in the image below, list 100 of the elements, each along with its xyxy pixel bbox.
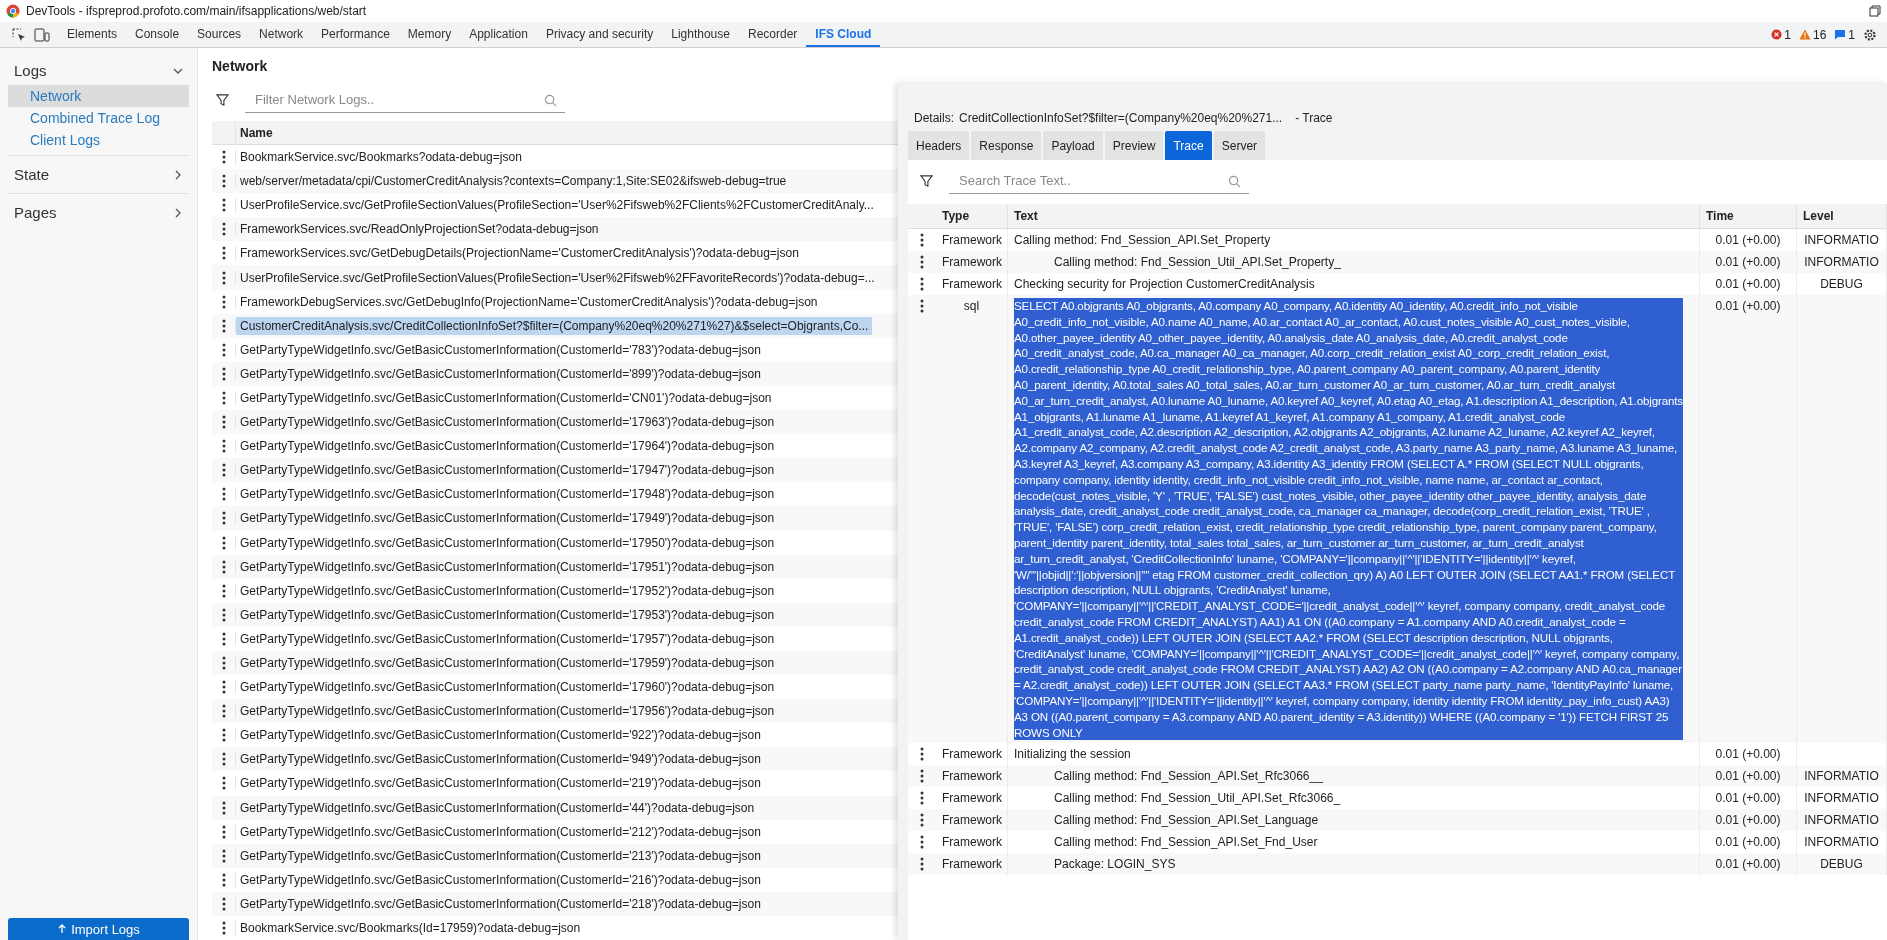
request-name[interactable]: GetPartyTypeWidgetInfo.svc/GetBasicCustomerInformation(CustomerId='CN01')?odata-debug=json bbox=[236, 389, 776, 407]
more-icon[interactable] bbox=[920, 233, 924, 247]
column-header[interactable]: Time bbox=[1700, 204, 1797, 229]
devtools-tab[interactable]: Sources bbox=[188, 22, 251, 47]
request-name[interactable]: UserProfileService.svc/GetProfileSectionValues(ProfileSection='User%2Fifsweb%2FClients%2FCustomerCreditAnaly... bbox=[236, 196, 878, 215]
more-icon[interactable] bbox=[221, 294, 226, 309]
request-name[interactable]: FrameworkDebugServices.svc/GetDebugInfo(ProjectionName='CustomerCreditAnalysis')?odata-debug=json bbox=[236, 292, 822, 311]
more-icon[interactable] bbox=[221, 318, 226, 333]
more-icon[interactable] bbox=[920, 791, 924, 806]
more-icon[interactable] bbox=[221, 535, 226, 550]
search-icon[interactable] bbox=[544, 94, 557, 107]
column-header[interactable]: Text bbox=[1008, 204, 1700, 229]
request-name[interactable]: GetPartyTypeWidgetInfo.svc/GetBasicCustomerInformation(CustomerId='922')?odata-debug=json bbox=[236, 726, 765, 745]
more-icon[interactable] bbox=[221, 704, 226, 719]
more-icon[interactable] bbox=[221, 607, 226, 622]
devtools-tab[interactable]: Memory bbox=[398, 22, 461, 47]
request-name[interactable]: GetPartyTypeWidgetInfo.svc/GetBasicCustomerInformation(CustomerId='219')?odata-debug=json bbox=[236, 774, 765, 793]
device-toolbar-icon[interactable] bbox=[34, 27, 50, 42]
more-icon[interactable] bbox=[920, 857, 924, 872]
more-icon[interactable] bbox=[221, 439, 226, 454]
devtools-tab[interactable]: Lighthouse bbox=[662, 22, 739, 47]
column-header[interactable]: Type bbox=[936, 204, 1008, 229]
more-icon[interactable] bbox=[221, 656, 226, 670]
more-icon[interactable] bbox=[221, 391, 226, 405]
filter-icon[interactable] bbox=[920, 174, 933, 188]
more-icon[interactable] bbox=[221, 511, 226, 526]
more-icon[interactable] bbox=[221, 487, 226, 502]
details-tab[interactable]: Trace bbox=[1165, 131, 1212, 160]
details-tab[interactable]: Response bbox=[971, 131, 1042, 160]
devtools-tab[interactable]: Network bbox=[250, 22, 313, 47]
more-icon[interactable] bbox=[221, 631, 226, 646]
devtools-tab[interactable]: Application bbox=[460, 22, 537, 47]
more-icon[interactable] bbox=[221, 921, 226, 936]
more-icon[interactable] bbox=[221, 463, 226, 478]
more-icon[interactable] bbox=[920, 835, 924, 850]
more-icon[interactable] bbox=[221, 800, 226, 815]
request-name[interactable]: GetPartyTypeWidgetInfo.svc/GetBasicCustomerInformation(CustomerId='17950')?odata-debug=json bbox=[236, 533, 779, 552]
request-name[interactable]: BookmarkService.svc/Bookmarks?odata-debug=json bbox=[236, 148, 526, 167]
details-tab[interactable]: Preview bbox=[1104, 131, 1164, 160]
more-icon[interactable] bbox=[920, 769, 924, 784]
more-icon[interactable] bbox=[221, 896, 226, 911]
request-name[interactable]: GetPartyTypeWidgetInfo.svc/GetBasicCustomerInformation(CustomerId='216')?odata-debug=json bbox=[236, 870, 765, 889]
request-name[interactable]: CustomerCreditAnalysis.svc/CreditCollectionInfoSet?$filter=(Company%20eq%20%271%27)&$select=Objgrants,Co... bbox=[236, 316, 873, 335]
more-icon[interactable] bbox=[221, 270, 226, 285]
details-tab[interactable]: Headers bbox=[908, 131, 970, 160]
more-icon[interactable] bbox=[920, 255, 924, 269]
more-icon[interactable] bbox=[920, 299, 924, 313]
details-tab[interactable]: Payload bbox=[1043, 131, 1103, 160]
warning-icon bbox=[1798, 29, 1811, 40]
devtools-tab[interactable]: IFS Cloud bbox=[806, 22, 881, 47]
request-name[interactable]: GetPartyTypeWidgetInfo.svc/GetBasicCustomerInformation(CustomerId='17964')?odata-debug=json bbox=[236, 437, 779, 456]
restore-icon[interactable] bbox=[1869, 5, 1881, 17]
more-icon[interactable] bbox=[920, 277, 924, 291]
more-icon[interactable] bbox=[221, 222, 226, 237]
devtools-tab[interactable]: Privacy and security bbox=[536, 22, 663, 47]
more-icon[interactable] bbox=[221, 366, 226, 381]
more-icon[interactable] bbox=[221, 728, 226, 743]
more-icon[interactable] bbox=[221, 583, 226, 598]
column-header[interactable]: Level bbox=[1797, 204, 1887, 229]
sidebar-section[interactable]: State bbox=[8, 160, 189, 189]
request-name[interactable]: GetPartyTypeWidgetInfo.svc/GetBasicCustomerInformation(CustomerId='17957')?odata-debug=json bbox=[236, 629, 779, 648]
sidebar-item[interactable]: Client Logs bbox=[8, 129, 189, 151]
more-icon[interactable] bbox=[920, 747, 924, 762]
inspect-icon[interactable] bbox=[12, 27, 26, 42]
sidebar-item[interactable]: Combined Trace Log bbox=[8, 107, 189, 129]
request-name[interactable]: GetPartyTypeWidgetInfo.svc/GetBasicCustomerInformation(CustomerId='17948')?odata-debug=json bbox=[236, 485, 779, 504]
warning-count[interactable]: 16 bbox=[1798, 27, 1827, 42]
request-name[interactable]: GetPartyTypeWidgetInfo.svc/GetBasicCustomerInformation(CustomerId='17960')?odata-debug=json bbox=[236, 678, 779, 697]
more-icon[interactable] bbox=[221, 342, 226, 357]
devtools-tab[interactable]: Console bbox=[126, 22, 189, 47]
request-name[interactable]: BookmarkService.svc/Bookmarks(Id=17959)?odata-debug=json bbox=[236, 919, 585, 938]
more-icon[interactable] bbox=[221, 872, 226, 887]
details-tab[interactable]: Server bbox=[1213, 131, 1266, 160]
filter-icon[interactable] bbox=[216, 93, 229, 107]
settings-icon[interactable] bbox=[1863, 27, 1877, 42]
more-icon[interactable] bbox=[920, 813, 924, 828]
error-count[interactable]: 1 bbox=[1771, 27, 1791, 42]
more-icon[interactable] bbox=[221, 752, 226, 767]
sidebar-section[interactable]: Pages bbox=[8, 198, 189, 227]
more-icon[interactable] bbox=[221, 559, 226, 574]
more-icon[interactable] bbox=[221, 848, 226, 863]
more-icon[interactable] bbox=[221, 150, 226, 165]
request-name[interactable]: GetPartyTypeWidgetInfo.svc/GetBasicCustomerInformation(CustomerId='212')?odata-debug=json bbox=[236, 822, 765, 841]
sidebar-section[interactable]: Logs bbox=[8, 56, 189, 85]
more-icon[interactable] bbox=[221, 680, 226, 695]
import-logs-button[interactable]: Import Logs bbox=[8, 918, 189, 940]
more-icon[interactable] bbox=[221, 198, 226, 213]
more-icon[interactable] bbox=[221, 776, 226, 791]
request-name[interactable]: GetPartyTypeWidgetInfo.svc/GetBasicCustomerInformation(CustomerId='17952')?odata-debug=json bbox=[236, 581, 779, 600]
more-icon[interactable] bbox=[221, 246, 226, 261]
info-count[interactable]: 1 bbox=[1834, 27, 1855, 42]
search-icon[interactable] bbox=[1228, 175, 1241, 188]
request-name[interactable]: GetPartyTypeWidgetInfo.svc/GetBasicCustomerInformation(CustomerId='783')?odata-debug=json bbox=[236, 340, 765, 359]
devtools-tab[interactable]: Elements bbox=[58, 22, 127, 47]
more-icon[interactable] bbox=[221, 824, 226, 839]
devtools-tab[interactable]: Performance bbox=[312, 22, 399, 47]
request-name[interactable]: FrameworkServices.svc/GetDebugDetails(ProjectionName='CustomerCreditAnalysis')?odata-debug=json bbox=[236, 244, 803, 263]
more-icon[interactable] bbox=[221, 174, 226, 189]
more-icon[interactable] bbox=[221, 415, 226, 430]
devtools-tab[interactable]: Recorder bbox=[738, 22, 807, 47]
